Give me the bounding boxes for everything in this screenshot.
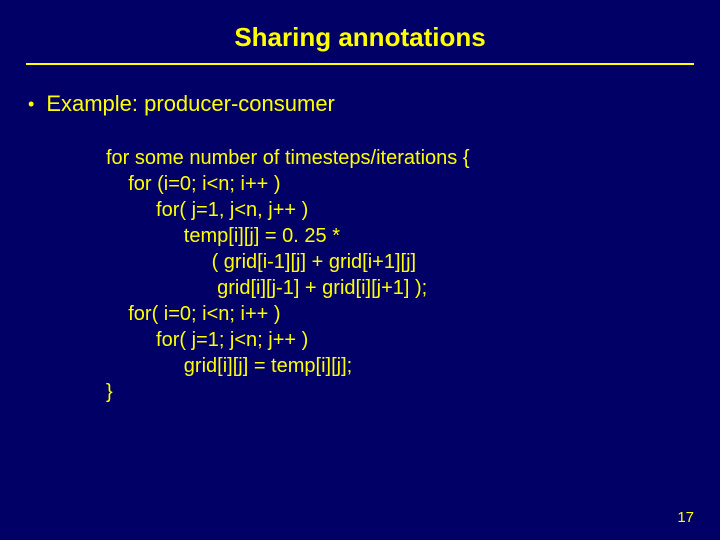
code-block: for some number of timesteps/iterations … xyxy=(106,145,720,405)
bullet-item: • Example: producer-consumer xyxy=(28,91,720,117)
code-line: grid[i][j] = temp[i][j]; xyxy=(106,353,720,379)
code-line: for some number of timesteps/iterations … xyxy=(106,145,720,171)
code-line: for( i=0; i<n; i++ ) xyxy=(106,301,720,327)
slide-title: Sharing annotations xyxy=(0,0,720,61)
bullet-text: Example: producer-consumer xyxy=(46,91,335,117)
page-number: 17 xyxy=(677,509,694,526)
code-line: temp[i][j] = 0. 25 * xyxy=(106,223,720,249)
code-line: for( j=1; j<n; j++ ) xyxy=(106,327,720,353)
code-line: grid[i][j-1] + grid[i][j+1] ); xyxy=(106,275,720,301)
code-line: for (i=0; i<n; i++ ) xyxy=(106,171,720,197)
code-line: ( grid[i-1][j] + grid[i+1][j] xyxy=(106,249,720,275)
code-line: for( j=1, j<n, j++ ) xyxy=(106,197,720,223)
title-divider xyxy=(26,63,694,65)
code-line: } xyxy=(106,379,720,405)
bullet-dot-icon: • xyxy=(28,91,34,117)
